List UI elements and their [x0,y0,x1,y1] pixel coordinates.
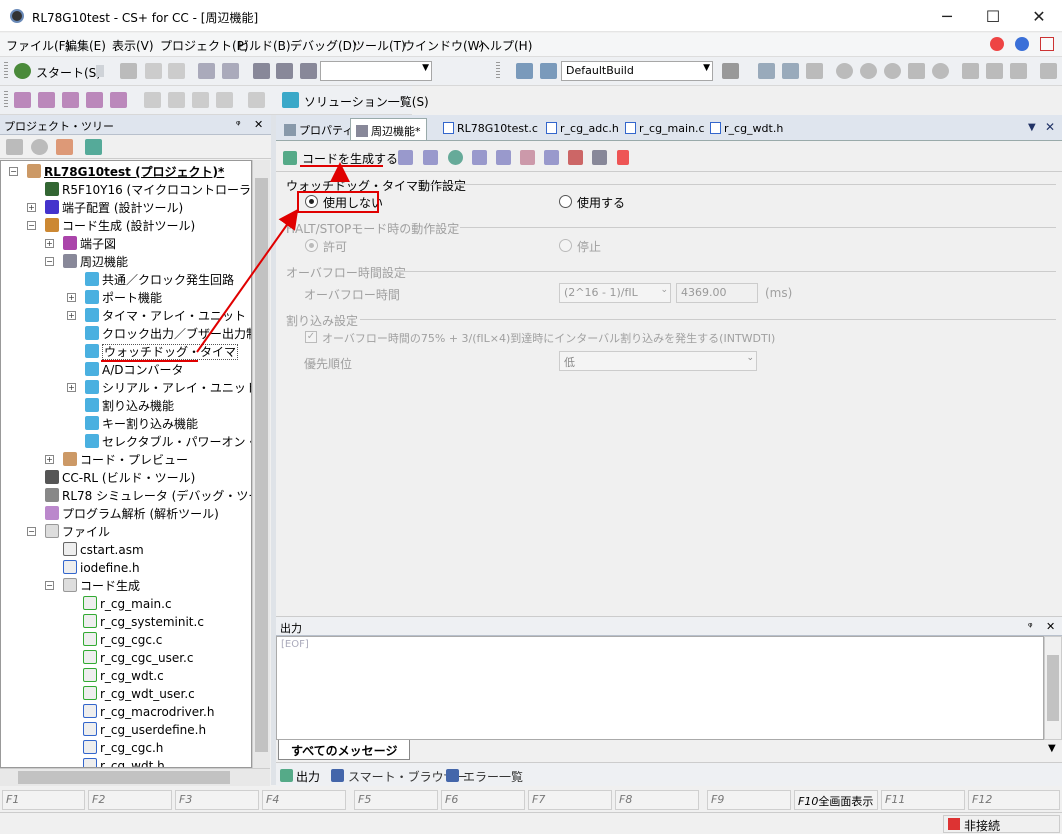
fkey-button[interactable]: F9 [707,790,791,810]
fkey-button[interactable]: F8 [615,790,699,810]
fkey-button[interactable]: F1 [2,790,85,810]
output-text-area[interactable]: [EOF] [276,636,1044,740]
pin-icon[interactable]: ᵠ [1028,620,1033,633]
fkey-button[interactable]: F6 [441,790,525,810]
fkey-button[interactable]: F7 [528,790,612,810]
output-title: 出力 [280,622,302,635]
fkey-button[interactable]: F11 [881,790,965,810]
fkey-button[interactable]: F4 [262,790,346,810]
connection-status: 非接続 [964,819,1001,833]
error-list-icon [446,769,459,782]
output-eof: [EOF] [281,639,309,650]
browser-icon [331,769,344,782]
fkey-button[interactable]: F2 [88,790,172,810]
output-scrollbar[interactable] [1044,636,1062,740]
status-bar: 非接続 [0,812,1062,834]
fkey-button[interactable]: F12 [968,790,1060,810]
arrow-to-unused [196,208,299,353]
scroll-thumb[interactable] [1047,655,1059,721]
tab-list-icon[interactable]: ▼ [1048,743,1056,754]
output-pane-header: 出力 ᵠ ✕ [276,616,1062,636]
output-tab-strip: すべてのメッセージ ▼ [276,740,1062,760]
fkey-label: F10 [798,795,819,808]
output-tab[interactable]: 出力 [296,768,320,785]
disconnected-icon [948,818,960,830]
error-list-tab[interactable]: エラー一覧 [463,768,523,785]
connection-status-panel: 非接続 [943,815,1060,833]
fkey-f10-button[interactable]: F10全画面表示 [794,790,878,810]
fkey-f10-label: 全画面表示 [818,795,874,808]
bottom-tab-strip: 出力 スマート・ブラウザー エラー一覧 [276,762,1062,786]
output-icon [280,769,293,782]
pane-close-icon[interactable]: ✕ [1046,620,1055,633]
fkey-button[interactable]: F3 [175,790,259,810]
fkey-button[interactable]: F5 [354,790,438,810]
all-messages-tab[interactable]: すべてのメッセージ [278,740,411,760]
